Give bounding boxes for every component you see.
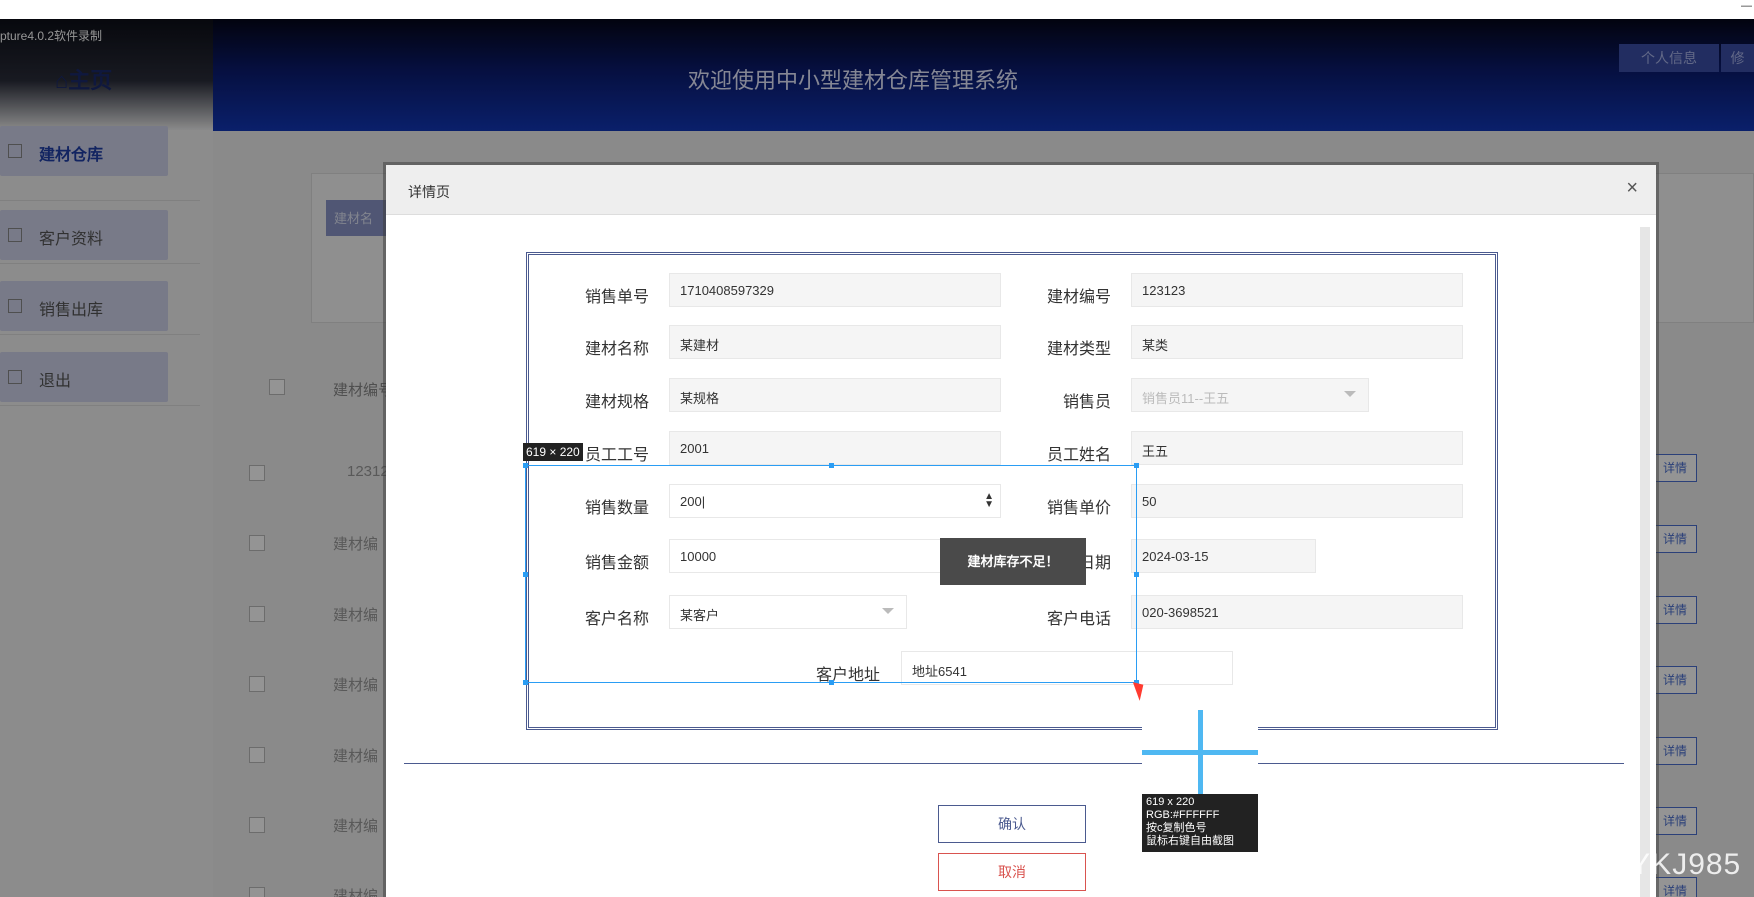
magnifier-info: 619 x 220 RGB:#FFFFFF 按c复制色号 鼠标右键自由截图 bbox=[1146, 796, 1234, 848]
magnifier-rgb: RGB:#FFFFFF bbox=[1146, 809, 1220, 821]
resize-handle[interactable] bbox=[1134, 463, 1139, 468]
magnifier-view bbox=[1142, 710, 1258, 794]
window-top-strip: — bbox=[0, 0, 1754, 19]
sale-date-field[interactable]: 2024-03-15 bbox=[1131, 539, 1316, 573]
employee-name-field[interactable]: 王五 bbox=[1131, 431, 1463, 465]
resize-handle[interactable] bbox=[829, 463, 834, 468]
salesperson-value: 销售员11--王五 bbox=[1142, 391, 1230, 406]
resize-handle[interactable] bbox=[523, 572, 528, 577]
customer-phone-field[interactable]: 020-3698521 bbox=[1131, 595, 1463, 629]
resize-handle[interactable] bbox=[523, 463, 528, 468]
material-spec-field[interactable]: 某规格 bbox=[669, 378, 1001, 412]
label-salesperson: 销售员 bbox=[1062, 394, 1111, 411]
label-material-type: 建材类型 bbox=[1046, 341, 1111, 358]
magnifier-copy-hint: 按c复制色号 bbox=[1146, 822, 1207, 834]
resize-handle[interactable] bbox=[523, 680, 528, 685]
modal-title: 详情页 bbox=[408, 184, 450, 200]
resize-handle[interactable] bbox=[1134, 572, 1139, 577]
material-code-field[interactable]: 123123 bbox=[1131, 273, 1463, 307]
stock-warning-toast: 建材库存不足！ bbox=[940, 538, 1086, 585]
cancel-button[interactable]: 取消 bbox=[938, 853, 1086, 891]
csdn-watermark: CSDN @weixin_ZYKJ985 bbox=[1374, 848, 1742, 881]
material-name-field[interactable]: 某建材 bbox=[669, 325, 1001, 359]
crosshair-icon bbox=[1198, 710, 1203, 794]
label-material-code: 建材编号 bbox=[1046, 289, 1111, 306]
employee-no-field[interactable]: 2001 bbox=[669, 431, 1001, 465]
label-material-spec: 建材规格 bbox=[584, 394, 649, 411]
material-type-field[interactable]: 某类 bbox=[1131, 325, 1463, 359]
confirm-button[interactable]: 确认 bbox=[938, 805, 1086, 843]
capture-magnifier: 619 x 220 RGB:#FFFFFF 按c复制色号 鼠标右键自由截图 bbox=[1142, 710, 1258, 852]
unit-price-field[interactable]: 50 bbox=[1131, 484, 1463, 518]
label-employee-name: 员工姓名 bbox=[1046, 447, 1111, 464]
close-icon[interactable]: × bbox=[1626, 177, 1638, 200]
label-material-name: 建材名称 bbox=[584, 341, 649, 358]
form-divider bbox=[404, 763, 1624, 764]
chevron-down-icon bbox=[1344, 391, 1356, 397]
magnifier-rightclick-hint: 鼠标右键自由截图 bbox=[1146, 835, 1234, 847]
window-minimize-dash[interactable]: — bbox=[1741, 0, 1752, 12]
capture-size-label: 619 × 220 bbox=[523, 443, 583, 461]
resize-handle[interactable] bbox=[829, 680, 834, 685]
modal-scrollbar[interactable] bbox=[1640, 227, 1650, 897]
modal-header: 详情页 × bbox=[386, 165, 1656, 215]
magnifier-size: 619 x 220 bbox=[1146, 796, 1195, 808]
salesperson-select[interactable]: 销售员11--王五 bbox=[1131, 378, 1369, 412]
sale-no-field[interactable]: 1710408597329 bbox=[669, 273, 1001, 307]
label-sale-no: 销售单号 bbox=[584, 289, 649, 306]
